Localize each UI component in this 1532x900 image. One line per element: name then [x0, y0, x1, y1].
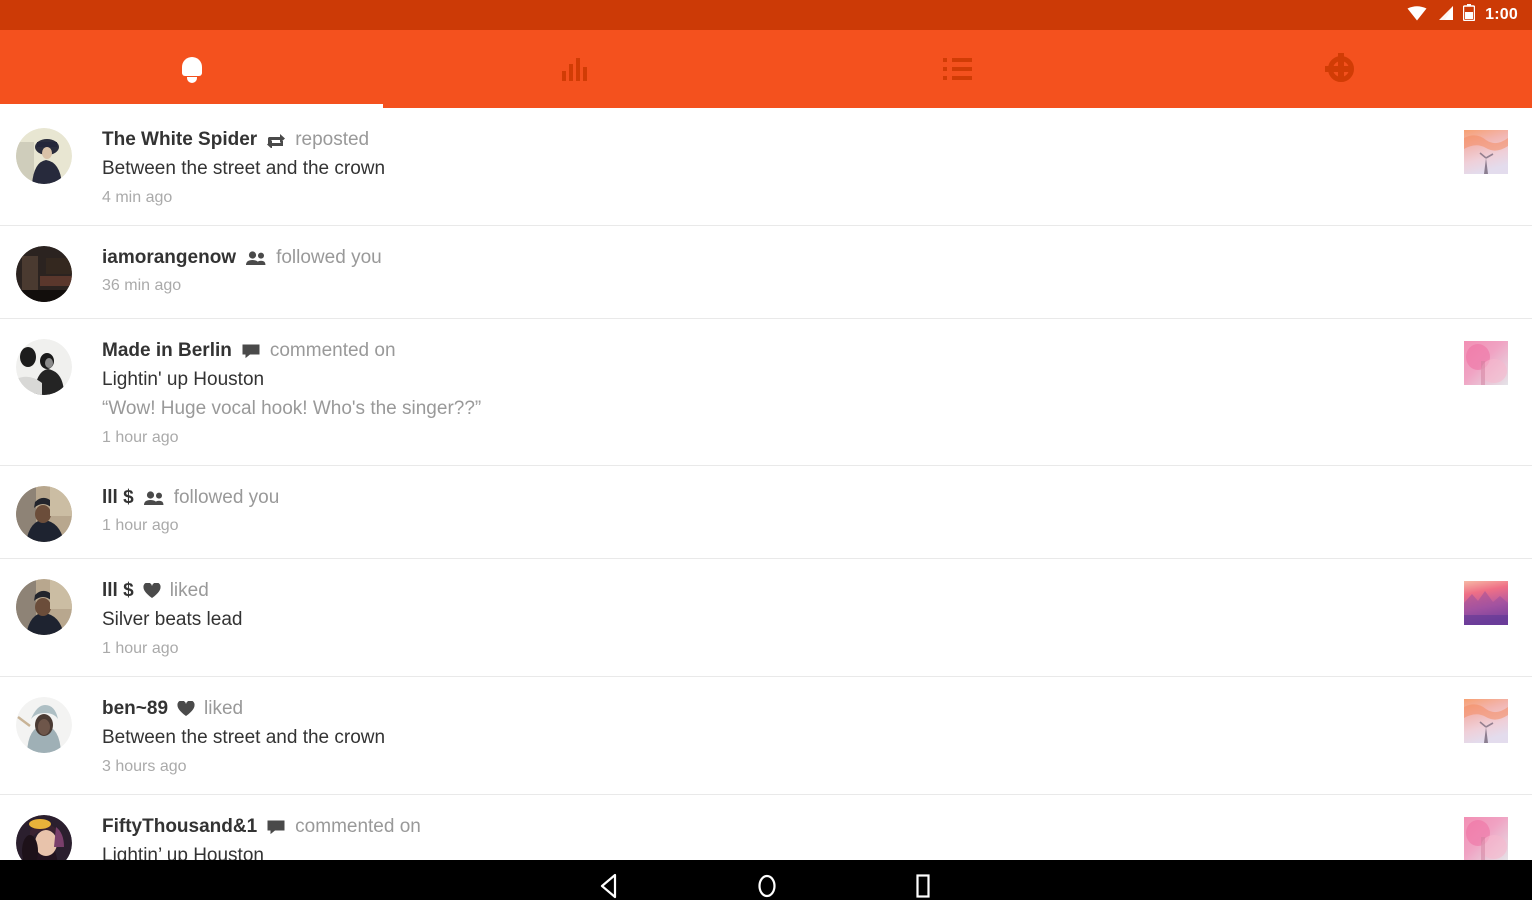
avatar[interactable]	[16, 815, 72, 860]
avatar[interactable]	[16, 128, 72, 184]
track-title[interactable]: Lightin' up Houston	[102, 367, 1464, 393]
notification-list[interactable]: The White Spider reposted Between the st…	[0, 108, 1532, 860]
actor-name[interactable]: The White Spider	[102, 128, 257, 152]
actor-name[interactable]: lll $	[102, 579, 134, 603]
heart-icon	[143, 583, 161, 599]
notification-row[interactable]: lll $ liked Silver beats lead 1 hour ago	[0, 559, 1532, 677]
notification-body: Made in Berlin commented on Lightin' up …	[72, 337, 1464, 449]
notification-body: The White Spider reposted Between the st…	[72, 126, 1464, 209]
comment-icon	[266, 819, 286, 835]
action-label: commented on	[295, 816, 421, 837]
notification-row[interactable]: FiftyThousand&1 commented on Lightin’ up…	[0, 795, 1532, 860]
timestamp: 4 min ago	[102, 189, 173, 206]
tab-notifications[interactable]	[0, 30, 383, 108]
track-thumbnail[interactable]	[1464, 130, 1508, 174]
notification-headline: iamorangenow followed you	[102, 246, 1508, 270]
tab-playlists[interactable]	[766, 30, 1149, 108]
action-label: followed you	[173, 487, 280, 508]
notification-row[interactable]: lll $ followed you 1 hour ago	[0, 466, 1532, 559]
notification-body: ben~89 liked Between the street and the …	[72, 695, 1464, 778]
status-time: 1:00	[1485, 6, 1518, 23]
notification-headline: The White Spider reposted	[102, 128, 1464, 152]
track-thumbnail[interactable]	[1464, 817, 1508, 860]
action-label: commented on	[269, 340, 396, 361]
track-title[interactable]: Lightin’ up Houston	[102, 843, 1464, 860]
status-bar: 1:00	[0, 0, 1532, 30]
timestamp: 1 hour ago	[102, 429, 179, 446]
track-title[interactable]: Between the street and the crown	[102, 156, 1464, 182]
action-label: liked	[204, 698, 244, 719]
repost-icon	[266, 132, 286, 148]
timestamp: 3 hours ago	[102, 758, 187, 775]
avatar[interactable]	[16, 697, 72, 753]
recents-square-icon[interactable]	[912, 873, 934, 899]
track-title[interactable]: Between the street and the crown	[102, 725, 1464, 751]
tab-bar	[0, 30, 1532, 108]
notification-headline: Made in Berlin commented on	[102, 339, 1464, 363]
actor-name[interactable]: iamorangenow	[102, 246, 236, 270]
comment-text: “Wow! Huge vocal hook! Who's the singer?…	[102, 398, 482, 419]
bar-chart-icon	[562, 57, 587, 81]
timestamp: 36 min ago	[102, 277, 182, 294]
tab-settings[interactable]	[1149, 30, 1532, 108]
notification-body: iamorangenow followed you 36 min ago	[72, 244, 1508, 297]
action-label: reposted	[295, 129, 370, 150]
notification-row[interactable]: The White Spider reposted Between the st…	[0, 108, 1532, 226]
people-icon	[143, 490, 165, 506]
track-thumbnail[interactable]	[1464, 341, 1508, 385]
notification-body: lll $ followed you 1 hour ago	[72, 484, 1508, 537]
actor-name[interactable]: Made in Berlin	[102, 339, 232, 363]
android-navigation-bar	[0, 860, 1532, 900]
avatar[interactable]	[16, 486, 72, 542]
people-icon	[245, 250, 267, 266]
track-title[interactable]: Silver beats lead	[102, 607, 1464, 633]
comment-icon	[241, 343, 261, 359]
notification-body: FiftyThousand&1 commented on Lightin’ up…	[72, 813, 1464, 860]
notification-row[interactable]: ben~89 liked Between the street and the …	[0, 677, 1532, 795]
notification-body: lll $ liked Silver beats lead 1 hour ago	[72, 577, 1464, 660]
track-thumbnail[interactable]	[1464, 581, 1508, 625]
notification-row[interactable]: iamorangenow followed you 36 min ago	[0, 226, 1532, 319]
notification-headline: lll $ liked	[102, 579, 1464, 603]
wifi-icon	[1407, 5, 1427, 26]
notification-row[interactable]: Made in Berlin commented on Lightin' up …	[0, 319, 1532, 466]
timestamp: 1 hour ago	[102, 640, 179, 657]
avatar[interactable]	[16, 246, 72, 302]
tab-stats[interactable]	[383, 30, 766, 108]
action-label: followed you	[276, 247, 382, 268]
battery-icon	[1462, 4, 1476, 26]
cellular-signal-icon	[1436, 5, 1454, 26]
back-triangle-icon[interactable]	[598, 873, 622, 899]
notification-headline: ben~89 liked	[102, 697, 1464, 721]
avatar[interactable]	[16, 579, 72, 635]
actor-name[interactable]: FiftyThousand&1	[102, 815, 257, 839]
notification-headline: FiftyThousand&1 commented on	[102, 815, 1464, 839]
action-label: liked	[169, 580, 209, 601]
heart-icon	[177, 701, 195, 717]
actor-name[interactable]: lll $	[102, 486, 134, 510]
list-icon	[943, 58, 972, 80]
actor-name[interactable]: ben~89	[102, 697, 168, 721]
track-thumbnail[interactable]	[1464, 699, 1508, 743]
gear-icon	[1324, 53, 1354, 82]
notification-headline: lll $ followed you	[102, 486, 1508, 510]
timestamp: 1 hour ago	[102, 517, 179, 534]
avatar[interactable]	[16, 339, 72, 395]
home-circle-icon[interactable]	[754, 873, 780, 899]
bell-icon	[180, 55, 204, 83]
